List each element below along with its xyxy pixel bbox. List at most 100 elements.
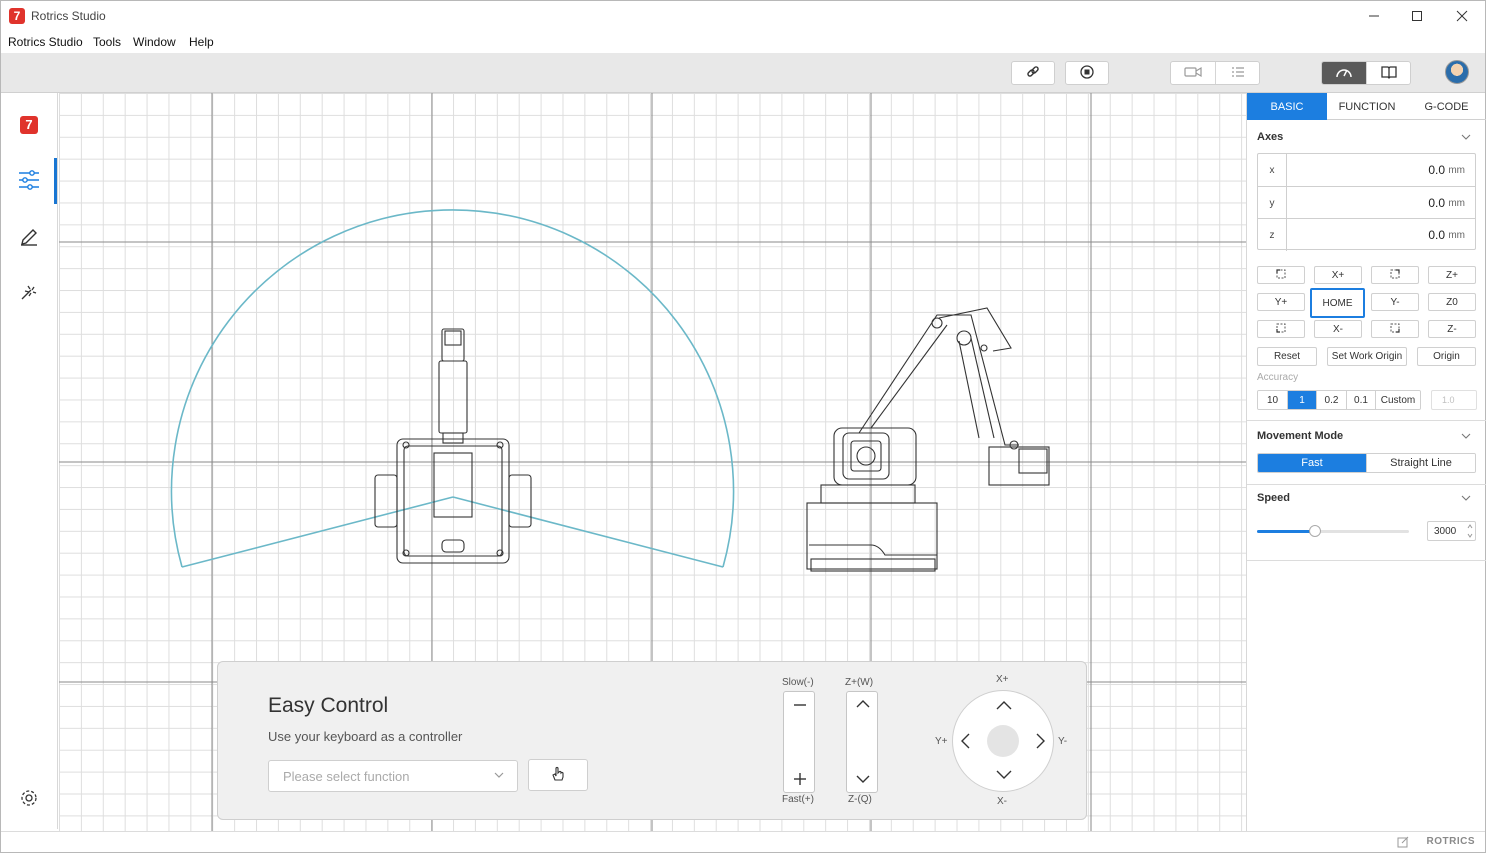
axes-collapse-chevron-icon[interactable] bbox=[1461, 131, 1471, 145]
manual-button[interactable] bbox=[1366, 62, 1410, 84]
accuracy-option-0.1[interactable]: 0.1 bbox=[1346, 391, 1375, 409]
accuracy-options: 10 1 0.2 0.1 Custom bbox=[1257, 390, 1421, 410]
feedback-edit-icon[interactable] bbox=[1397, 836, 1409, 851]
list-button[interactable] bbox=[1215, 62, 1259, 84]
accuracy-custom-input[interactable]: 1.0 bbox=[1431, 390, 1477, 410]
speed-title: Speed bbox=[1257, 492, 1291, 504]
jog-diagonal-xplus-yminus-button[interactable] bbox=[1371, 266, 1419, 284]
chevron-down-icon bbox=[855, 772, 871, 789]
jog-diagonal-xminus-yplus-button[interactable] bbox=[1257, 320, 1305, 338]
speed-input[interactable]: 3000 bbox=[1427, 521, 1476, 541]
function-select-placeholder: Please select function bbox=[283, 768, 410, 784]
movement-mode-fast[interactable]: Fast bbox=[1258, 454, 1366, 472]
minimize-button[interactable] bbox=[1351, 1, 1397, 31]
dpad-right-button[interactable] bbox=[1033, 732, 1047, 753]
axis-value: 0.0 bbox=[1428, 228, 1445, 242]
accuracy-option-10[interactable]: 10 bbox=[1258, 391, 1287, 409]
maximize-button[interactable] bbox=[1394, 1, 1440, 31]
z-slider[interactable] bbox=[846, 691, 878, 793]
user-avatar[interactable] bbox=[1445, 60, 1469, 84]
camera-icon bbox=[1184, 66, 1202, 81]
dpad-up-button[interactable] bbox=[995, 699, 1013, 716]
axis-value: 0.0 bbox=[1428, 196, 1445, 210]
menu-window[interactable]: Window bbox=[133, 35, 176, 49]
speed-slider-thumb[interactable] bbox=[1308, 525, 1321, 537]
accuracy-option-custom[interactable]: Custom bbox=[1375, 391, 1420, 409]
jog-y-minus-button[interactable]: Y- bbox=[1371, 293, 1419, 311]
jog-z-zero-button[interactable]: Z0 bbox=[1428, 293, 1476, 311]
function-select[interactable]: Please select function bbox=[268, 760, 518, 792]
control-sliders-icon bbox=[18, 169, 40, 193]
control-dashboard-icon bbox=[1335, 65, 1353, 82]
camera-button[interactable] bbox=[1171, 62, 1215, 84]
tab-basic[interactable]: BASIC bbox=[1247, 93, 1327, 120]
origin-button[interactable]: Origin bbox=[1417, 347, 1476, 366]
speed-slow-label: Slow(-) bbox=[782, 677, 814, 688]
jog-diagonal-xplus-yplus-button[interactable] bbox=[1257, 266, 1305, 284]
brand-footer: ROTRICS bbox=[1426, 836, 1475, 847]
dpad-left-button[interactable] bbox=[959, 732, 973, 753]
axes-section-title: Axes bbox=[1257, 131, 1284, 143]
z-down-label: Z-(Q) bbox=[848, 794, 872, 805]
tab-function[interactable]: FUNCTION bbox=[1327, 93, 1407, 120]
laser-icon bbox=[19, 282, 39, 305]
sidebar-control[interactable] bbox=[1, 158, 57, 204]
set-work-origin-button[interactable]: Set Work Origin bbox=[1327, 347, 1407, 366]
hand-control-button[interactable] bbox=[528, 759, 588, 791]
speed-slider[interactable] bbox=[783, 691, 815, 793]
speed-slider[interactable] bbox=[1257, 525, 1409, 537]
chevron-up-icon bbox=[855, 697, 871, 714]
stop-button[interactable] bbox=[1065, 61, 1109, 85]
z-up-label: Z+(W) bbox=[845, 677, 874, 688]
reset-button[interactable]: Reset bbox=[1257, 347, 1317, 366]
connect-button[interactable] bbox=[1011, 61, 1055, 85]
hand-pointer-icon bbox=[550, 766, 566, 785]
dpad-center-button[interactable] bbox=[987, 725, 1019, 757]
speed-collapse-chevron-icon[interactable] bbox=[1461, 492, 1471, 506]
settings-gear-icon bbox=[20, 789, 38, 810]
menu-help[interactable]: Help bbox=[189, 35, 214, 49]
direction-pad[interactable] bbox=[952, 690, 1054, 792]
right-control-panel: BASIC FUNCTION G-CODE Axes x 0.0 mm y 0.… bbox=[1246, 93, 1486, 831]
dpad-y-minus-label: Y- bbox=[1058, 736, 1068, 747]
jog-y-plus-button[interactable]: Y+ bbox=[1257, 293, 1305, 311]
jog-x-minus-button[interactable]: X- bbox=[1314, 320, 1362, 338]
menu-bar: Rotrics Studio Tools Window Help bbox=[1, 31, 1485, 53]
axis-row-z: z 0.0 mm bbox=[1258, 218, 1475, 251]
sidebar-home[interactable]: 7 bbox=[1, 102, 57, 148]
jog-x-plus-button[interactable]: X+ bbox=[1314, 266, 1362, 284]
jog-z-minus-button[interactable]: Z- bbox=[1428, 320, 1476, 338]
sidebar-laser[interactable] bbox=[1, 270, 57, 316]
title-bar: 7 Rotrics Studio bbox=[1, 1, 1485, 31]
control-dashboard-button[interactable] bbox=[1322, 62, 1366, 84]
movement-mode-collapse-chevron-icon[interactable] bbox=[1461, 430, 1471, 444]
mode-toggle-group bbox=[1321, 61, 1411, 85]
toolbar bbox=[1, 53, 1485, 93]
corner-top-right-icon bbox=[1390, 268, 1400, 282]
tab-gcode[interactable]: G-CODE bbox=[1407, 93, 1486, 120]
axis-unit: mm bbox=[1448, 165, 1465, 176]
movement-mode-options: Fast Straight Line bbox=[1257, 453, 1476, 473]
sidebar-draw[interactable] bbox=[1, 214, 57, 260]
axis-row-y: y 0.0 mm bbox=[1258, 186, 1475, 219]
close-button[interactable] bbox=[1439, 1, 1485, 31]
menu-tools[interactable]: Tools bbox=[93, 35, 121, 49]
axis-unit: mm bbox=[1448, 230, 1465, 241]
home-button[interactable]: HOME bbox=[1310, 288, 1365, 318]
workspace-reach-arc bbox=[170, 209, 735, 568]
accuracy-option-0.2[interactable]: 0.2 bbox=[1316, 391, 1346, 409]
divider bbox=[1247, 560, 1486, 561]
sidebar-settings[interactable] bbox=[1, 776, 57, 822]
jog-z-plus-button[interactable]: Z+ bbox=[1428, 266, 1476, 284]
window-title: Rotrics Studio bbox=[31, 9, 106, 23]
dpad-down-button[interactable] bbox=[995, 767, 1013, 784]
spinner-arrows-icon[interactable] bbox=[1467, 523, 1473, 542]
menu-rotrics-studio[interactable]: Rotrics Studio bbox=[8, 35, 83, 49]
jog-diagonal-xminus-yminus-button[interactable] bbox=[1371, 320, 1419, 338]
accuracy-label: Accuracy bbox=[1257, 372, 1299, 383]
panel-tabs: BASIC FUNCTION G-CODE bbox=[1247, 93, 1486, 120]
divider bbox=[1247, 420, 1486, 421]
left-sidebar: 7 bbox=[1, 93, 58, 829]
accuracy-option-1[interactable]: 1 bbox=[1287, 391, 1316, 409]
movement-mode-straight-line[interactable]: Straight Line bbox=[1366, 454, 1475, 472]
